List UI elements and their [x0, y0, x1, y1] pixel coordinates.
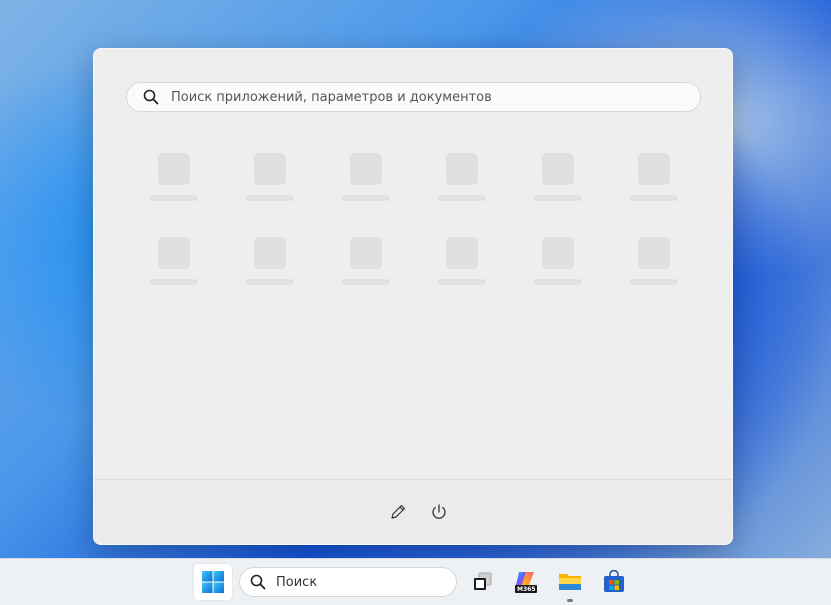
app-tile-placeholder: [622, 153, 682, 213]
start-button[interactable]: [194, 564, 232, 600]
app-tile-placeholder: [430, 153, 490, 213]
tile-label-placeholder: [438, 195, 486, 201]
taskbar: Поиск M365: [0, 558, 831, 605]
power-button[interactable]: [427, 500, 451, 524]
search-placeholder: Поиск приложений, параметров и документо…: [171, 89, 492, 105]
tile-label-placeholder: [246, 279, 294, 285]
tile-icon-placeholder: [446, 153, 478, 185]
task-view-button[interactable]: [463, 564, 501, 600]
tile-icon-placeholder: [350, 153, 382, 185]
tile-icon-placeholder: [638, 153, 670, 185]
start-menu-footer: [94, 479, 732, 544]
tile-label-placeholder: [534, 195, 582, 201]
app-tile-placeholder: [334, 237, 394, 297]
tile-icon-placeholder: [638, 237, 670, 269]
start-menu: Поиск приложений, параметров и документо…: [93, 48, 733, 545]
store-icon: [602, 570, 626, 594]
tile-label-placeholder: [630, 195, 678, 201]
tile-label-placeholder: [342, 279, 390, 285]
tile-icon-placeholder: [158, 237, 190, 269]
copilot-m365-icon: M365: [513, 569, 539, 595]
file-explorer-button[interactable]: [551, 564, 589, 602]
tile-icon-placeholder: [350, 237, 382, 269]
app-tile-placeholder: [142, 153, 202, 213]
app-tile-placeholder: [526, 153, 586, 213]
tile-label-placeholder: [438, 279, 486, 285]
tile-icon-placeholder: [254, 153, 286, 185]
tile-label-placeholder: [150, 195, 198, 201]
app-tile-placeholder: [622, 237, 682, 297]
m365-badge: M365: [517, 586, 536, 593]
tile-icon-placeholder: [542, 237, 574, 269]
copilot-m365-button[interactable]: M365: [507, 564, 545, 600]
file-explorer-icon: [557, 569, 583, 595]
app-tile-placeholder: [238, 153, 298, 213]
power-icon: [430, 503, 448, 521]
taskbar-search-label: Поиск: [276, 574, 318, 590]
running-indicator: [567, 599, 573, 602]
pencil-icon: [389, 503, 407, 521]
tile-label-placeholder: [150, 279, 198, 285]
tile-icon-placeholder: [542, 153, 574, 185]
app-tile-placeholder: [430, 237, 490, 297]
edit-button[interactable]: [386, 500, 410, 524]
tile-label-placeholder: [246, 195, 294, 201]
tile-icon-placeholder: [446, 237, 478, 269]
tile-icon-placeholder: [254, 237, 286, 269]
app-tile-placeholder: [526, 237, 586, 297]
windows-logo-icon: [201, 570, 225, 594]
search-icon: [143, 89, 159, 105]
app-tile-placeholder: [142, 237, 202, 297]
app-tile-placeholder: [334, 153, 394, 213]
search-icon: [250, 574, 266, 590]
tile-icon-placeholder: [158, 153, 190, 185]
app-tile-placeholder: [238, 237, 298, 297]
tile-label-placeholder: [630, 279, 678, 285]
tile-label-placeholder: [342, 195, 390, 201]
tile-label-placeholder: [534, 279, 582, 285]
task-view-icon: [470, 570, 494, 594]
taskbar-search-box[interactable]: Поиск: [239, 567, 457, 597]
start-search-input[interactable]: Поиск приложений, параметров и документо…: [126, 82, 701, 112]
store-button[interactable]: [595, 564, 633, 600]
